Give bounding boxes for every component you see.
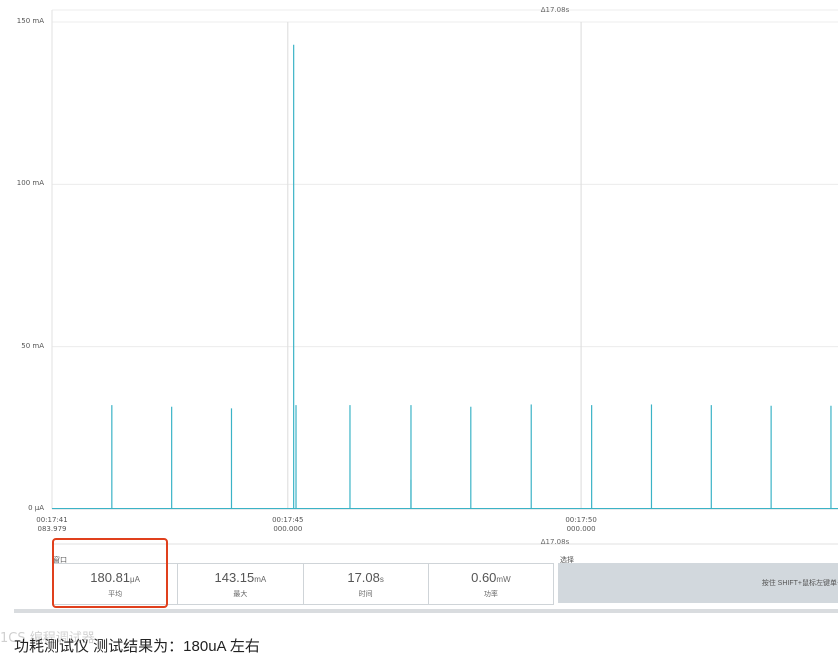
stat-max-value: 143.15 xyxy=(214,570,255,585)
chart-plot[interactable] xyxy=(0,0,838,545)
y-tick-label: 100 mA xyxy=(16,179,44,188)
stat-max-unit: mA xyxy=(254,575,267,584)
x-tick-label: 00:17:41 083.979 xyxy=(36,516,67,534)
x-tick-time: 00:17:41 xyxy=(36,516,68,524)
stat-power: 0.60mW 功率 xyxy=(429,564,553,604)
x-tick-label: 00:17:50 000.000 xyxy=(565,516,596,534)
current-chart[interactable]: Δ17.08s 150 mA 100 mA 50 mA 0 μA 00:17:41 08… xyxy=(0,0,838,545)
x-tick-subtime: 083.979 xyxy=(37,525,67,533)
x-tick-subtime: 000.000 xyxy=(273,525,303,533)
x-tick-subtime: 000.000 xyxy=(566,525,596,533)
selection-hint: 按住 SHIFT+鼠标左键单击并拖 xyxy=(761,580,838,587)
stat-max-caption: 最大 xyxy=(233,591,248,598)
x-tick-time: 00:17:45 xyxy=(272,516,304,524)
y-tick-label: 50 mA xyxy=(21,341,44,350)
stat-power-unit: mW xyxy=(496,575,511,584)
chart-delta-label: Δ17.08s xyxy=(540,6,570,14)
caption-text: 功耗测试仪 测试结果为：180uA 左右 xyxy=(14,638,260,655)
bottom-delta-label: Δ17.08s xyxy=(540,538,570,546)
x-tick-time: 00:17:50 xyxy=(565,516,597,524)
stat-time-caption: 时间 xyxy=(358,591,373,598)
selection-panel[interactable]: 按住 SHIFT+鼠标左键单击并拖 xyxy=(558,563,838,603)
x-tick-label: 00:17:45 000.000 xyxy=(272,516,303,534)
average-highlight-box xyxy=(52,538,168,608)
stat-power-caption: 功率 xyxy=(483,591,498,598)
stat-power-value: 0.60 xyxy=(471,570,497,585)
stat-time-unit: s xyxy=(379,575,384,584)
stat-time: 17.08s 时间 xyxy=(304,564,429,604)
divider xyxy=(14,609,838,613)
y-tick-label: 0 μA xyxy=(28,504,44,512)
stat-max: 143.15mA 最大 xyxy=(178,564,304,604)
stat-time-value: 17.08 xyxy=(347,570,380,585)
y-tick-label: 150 mA xyxy=(16,17,44,25)
